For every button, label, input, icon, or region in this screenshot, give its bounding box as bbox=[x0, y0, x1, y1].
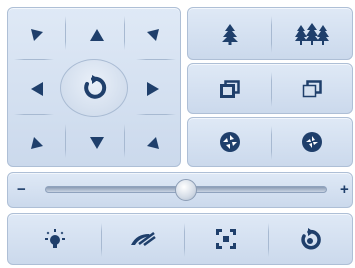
pan-down-right-button[interactable] bbox=[136, 128, 170, 158]
pan-left-button[interactable] bbox=[20, 74, 54, 104]
pan-up-left-button[interactable] bbox=[20, 20, 54, 50]
zoom-out-button[interactable] bbox=[188, 8, 271, 59]
slider-minus-label[interactable]: − bbox=[17, 182, 26, 197]
separator bbox=[136, 114, 176, 115]
arrow-up-left-icon bbox=[31, 29, 43, 41]
auto-rotate-button[interactable] bbox=[60, 59, 128, 117]
tree-single-icon bbox=[221, 23, 238, 45]
rotate-reset-button[interactable] bbox=[268, 214, 352, 264]
separator bbox=[124, 16, 125, 50]
rotate-reset-icon bbox=[301, 228, 321, 250]
focus-frame-icon bbox=[216, 229, 236, 249]
slider-thumb[interactable] bbox=[175, 179, 197, 201]
focus-panel bbox=[187, 63, 353, 114]
wiper-button[interactable] bbox=[101, 214, 184, 264]
arrow-up-icon bbox=[90, 29, 104, 41]
light-button[interactable] bbox=[8, 214, 101, 264]
separator bbox=[14, 114, 54, 115]
separator bbox=[65, 124, 66, 158]
slider-plus-label[interactable]: + bbox=[340, 182, 349, 197]
trees-multiple-icon bbox=[294, 22, 329, 45]
focus-near-button[interactable] bbox=[188, 64, 271, 113]
window-restore-icon bbox=[219, 79, 240, 98]
arrow-down-right-icon bbox=[147, 137, 159, 149]
arrow-right-icon bbox=[147, 82, 159, 96]
pan-down-left-button[interactable] bbox=[20, 128, 54, 158]
pan-right-button[interactable] bbox=[136, 74, 170, 104]
auxiliary-toolbar bbox=[7, 213, 353, 265]
tilt-down-button[interactable] bbox=[80, 128, 114, 158]
ptz-direction-pad bbox=[7, 7, 181, 167]
separator bbox=[65, 16, 66, 50]
separator bbox=[14, 59, 54, 60]
aperture-open-icon bbox=[219, 132, 240, 152]
tilt-up-button[interactable] bbox=[80, 20, 114, 50]
zoom-in-button[interactable] bbox=[271, 8, 352, 59]
iris-panel bbox=[187, 117, 353, 167]
zoom-panel bbox=[187, 7, 353, 60]
iris-open-button[interactable] bbox=[188, 118, 271, 166]
iris-close-button[interactable] bbox=[271, 118, 352, 166]
window-restore-outline-icon bbox=[302, 79, 322, 97]
arrow-left-icon bbox=[31, 82, 43, 96]
arrow-up-right-icon bbox=[147, 29, 159, 41]
focus-frame-button[interactable] bbox=[184, 214, 268, 264]
wiper-icon bbox=[130, 231, 156, 247]
arrow-down-left-icon bbox=[31, 137, 43, 149]
focus-far-button[interactable] bbox=[271, 64, 352, 113]
arrow-down-icon bbox=[90, 137, 104, 149]
pan-up-right-button[interactable] bbox=[136, 20, 170, 50]
separator bbox=[124, 124, 125, 158]
aperture-close-icon bbox=[301, 132, 322, 152]
auto-rotate-icon bbox=[84, 75, 107, 99]
light-bulb-icon bbox=[44, 229, 65, 248]
separator bbox=[136, 59, 176, 60]
